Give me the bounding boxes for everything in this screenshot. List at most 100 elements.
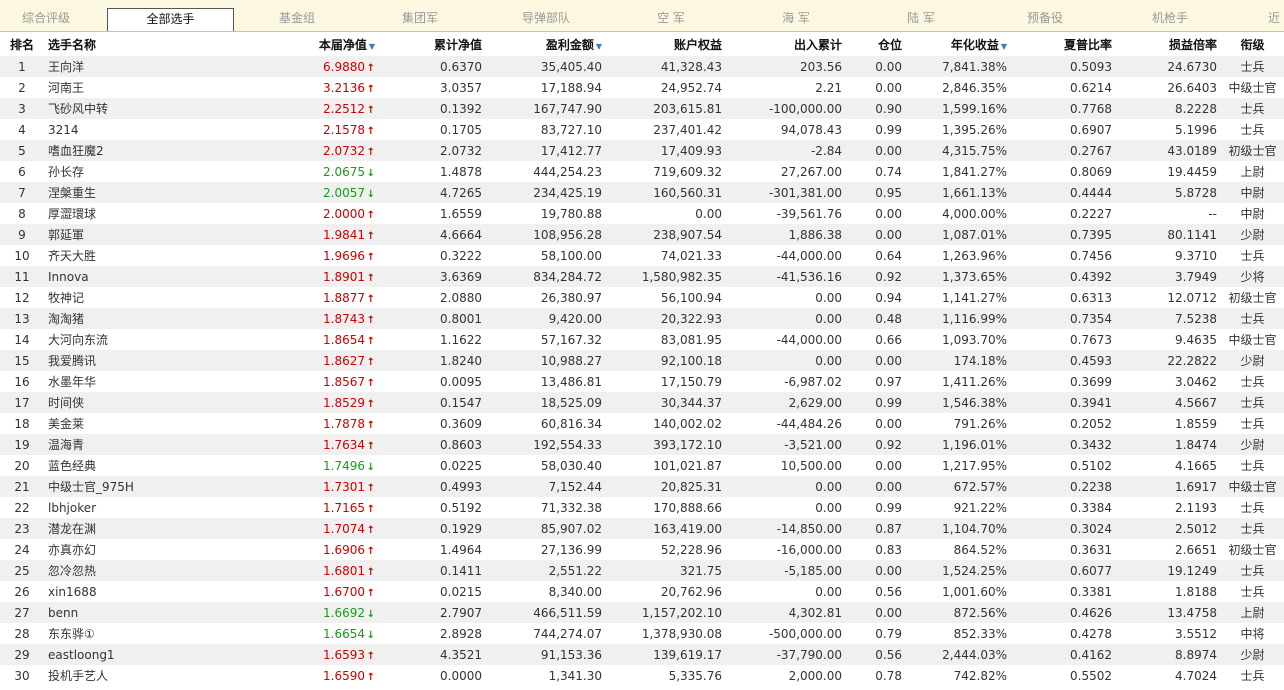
flow-cell: -44,000.00: [726, 245, 846, 266]
tab-all-players[interactable]: 全部选手: [107, 8, 234, 31]
player-name[interactable]: 孙长存: [44, 161, 199, 182]
table-row[interactable]: 8 厚澀環球 2.0000 ↑ 1.6559 19,780.88 0.00 -39,561.7…: [0, 203, 1284, 224]
table-row[interactable]: 17 时间侠 1.8529 ↑ 0.1547 18,525.09 30,344.37 2,62…: [0, 392, 1284, 413]
rank-cell: 5: [0, 140, 44, 161]
table-row[interactable]: 1 王向洋 6.9880 ↑ 0.6370 35,405.40 41,328.43 203.5…: [0, 56, 1284, 77]
header-annual[interactable]: 年化收益 ▼: [906, 33, 1011, 56]
tab-air-force[interactable]: 空 军: [631, 8, 711, 28]
player-name[interactable]: 忽冷忽热: [44, 560, 199, 581]
table-row[interactable]: 10 齐天大胜 1.9696 ↑ 0.3222 58,100.00 74,021.33 -44…: [0, 245, 1284, 266]
table-row[interactable]: 28 东东骅① 1.6654 ↓ 2.8928 744,274.07 1,378,930.0…: [0, 623, 1284, 644]
tab-navy[interactable]: 海 军: [756, 8, 836, 28]
player-name[interactable]: 郭延軍: [44, 224, 199, 245]
profit-cell: 9,420.00: [486, 308, 606, 329]
player-name[interactable]: lbhjoker: [44, 497, 199, 518]
table-row[interactable]: 23 潜龙在渊 1.7074 ↑ 0.1929 85,907.02 163,419.00 -1…: [0, 518, 1284, 539]
player-name[interactable]: 齐天大胜: [44, 245, 199, 266]
table-row[interactable]: 26 xin1688 1.6700 ↑ 0.0215 8,340.00 20,762.96 0…: [0, 581, 1284, 602]
header-title[interactable]: 衔级: [1221, 33, 1284, 56]
tab-group-army[interactable]: 集团军: [380, 8, 460, 28]
player-name[interactable]: 蓝色经典: [44, 455, 199, 476]
cum-nav-cell: 2.0880: [379, 287, 486, 308]
player-name[interactable]: xin1688: [44, 581, 199, 602]
tab-more[interactable]: 近: [1264, 8, 1284, 28]
table-row[interactable]: 29 eastloong1 1.6593 ↑ 4.3521 91,153.36 139,61…: [0, 644, 1284, 665]
annual-return-cell: 2,846.35%: [906, 77, 1011, 98]
header-name[interactable]: 选手名称: [44, 33, 199, 56]
player-name[interactable]: 王向洋: [44, 56, 199, 77]
player-name[interactable]: 中级士官_975H: [44, 476, 199, 497]
player-name[interactable]: 牧神记: [44, 287, 199, 308]
header-pl-ratio[interactable]: 损益倍率: [1116, 33, 1221, 56]
table-row[interactable]: 27 benn 1.6692 ↓ 2.7907 466,511.59 1,157,202.1…: [0, 602, 1284, 623]
player-name[interactable]: 3214: [44, 119, 199, 140]
header-flow[interactable]: 出入累计: [726, 33, 846, 56]
header-nav[interactable]: 本届净值 ▼: [199, 33, 379, 56]
cum-nav-cell: 0.6370: [379, 56, 486, 77]
flow-cell: -39,561.76: [726, 203, 846, 224]
header-equity[interactable]: 账户权益: [606, 33, 726, 56]
table-row[interactable]: 19 温海青 1.7634 ↑ 0.8603 192,554.33 393,172.10 -3…: [0, 434, 1284, 455]
player-name[interactable]: 淘淘猪: [44, 308, 199, 329]
cum-nav-cell: 0.5192: [379, 497, 486, 518]
sharpe-cell: 0.4444: [1011, 182, 1116, 203]
table-row[interactable]: 14 大河向东流 1.8654 ↑ 1.1622 57,167.32 83,081.95 -4…: [0, 329, 1284, 350]
nav-cell: 1.8567 ↑: [199, 371, 379, 392]
player-name[interactable]: 水墨年华: [44, 371, 199, 392]
player-name[interactable]: 河南王: [44, 77, 199, 98]
table-row[interactable]: 24 亦真亦幻 1.6906 ↑ 1.4964 27,136.99 52,228.96 -16…: [0, 539, 1284, 560]
flow-cell: -16,000.00: [726, 539, 846, 560]
table-row[interactable]: 18 美金莱 1.7878 ↑ 0.3609 60,816.34 140,002.02 -44…: [0, 413, 1284, 434]
tab-missile-force[interactable]: 导弹部队: [506, 8, 586, 28]
header-rank[interactable]: 排名: [0, 33, 44, 56]
player-name[interactable]: 时间侠: [44, 392, 199, 413]
player-name[interactable]: eastloong1: [44, 644, 199, 665]
table-row[interactable]: 22 lbhjoker 1.7165 ↑ 0.5192 71,332.38 170,888.…: [0, 497, 1284, 518]
player-name[interactable]: 涅槃重生: [44, 182, 199, 203]
player-name[interactable]: 飞砂风中转: [44, 98, 199, 119]
table-row[interactable]: 30 投机手艺人 1.6590 ↑ 0.0000 1,341.30 5,335.76 2,00…: [0, 665, 1284, 686]
table-row[interactable]: 9 郭延軍 1.9841 ↑ 4.6664 108,956.28 238,907.54 1,8…: [0, 224, 1284, 245]
table-row[interactable]: 20 蓝色经典 1.7496 ↓ 0.0225 58,030.40 101,021.87 10…: [0, 455, 1284, 476]
table-row[interactable]: 25 忽冷忽热 1.6801 ↑ 0.1411 2,551.22 321.75 -5,185.…: [0, 560, 1284, 581]
tab-machine-gunner[interactable]: 机枪手: [1130, 8, 1210, 28]
table-row[interactable]: 2 河南王 3.2136 ↑ 3.0357 17,188.94 24,952.74 2.21 0…: [0, 77, 1284, 98]
player-name[interactable]: 嗜血狂魔2: [44, 140, 199, 161]
header-sharpe[interactable]: 夏普比率: [1011, 33, 1116, 56]
tab-fund-group[interactable]: 基金组: [257, 8, 337, 28]
flow-cell: 2,629.00: [726, 392, 846, 413]
player-name[interactable]: 厚澀環球: [44, 203, 199, 224]
player-name[interactable]: benn: [44, 602, 199, 623]
tab-reserve[interactable]: 预备役: [1005, 8, 1085, 28]
player-name[interactable]: 美金莱: [44, 413, 199, 434]
table-row[interactable]: 7 涅槃重生 2.0057 ↓ 4.7265 234,425.19 160,560.31 -3…: [0, 182, 1284, 203]
header-cum-nav[interactable]: 累计净值: [379, 33, 486, 56]
table-row[interactable]: 21 中级士官_975H 1.7301 ↑ 0.4993 7,152.44 20,825.3…: [0, 476, 1284, 497]
table-row[interactable]: 15 我爱腾讯 1.8627 ↑ 1.8240 10,988.27 92,100.18 0.0…: [0, 350, 1284, 371]
player-name[interactable]: 大河向东流: [44, 329, 199, 350]
table-row[interactable]: 6 孙长存 2.0675 ↓ 1.4878 444,254.23 719,609.32 27,…: [0, 161, 1284, 182]
header-profit[interactable]: 盈利金额 ▼: [486, 33, 606, 56]
rank-cell: 4: [0, 119, 44, 140]
tab-overall-rating[interactable]: 综合评级: [0, 8, 92, 28]
table-row[interactable]: 13 淘淘猪 1.8743 ↑ 0.8001 9,420.00 20,322.93 0.00 0…: [0, 308, 1284, 329]
player-name[interactable]: 潜龙在渊: [44, 518, 199, 539]
header-position[interactable]: 仓位: [846, 33, 906, 56]
player-name[interactable]: 东东骅①: [44, 623, 199, 644]
player-name[interactable]: 亦真亦幻: [44, 539, 199, 560]
tab-army[interactable]: 陆 军: [881, 8, 961, 28]
flow-cell: 0.00: [726, 287, 846, 308]
table-row[interactable]: 16 水墨年华 1.8567 ↑ 0.0095 13,486.81 17,150.79 -6,…: [0, 371, 1284, 392]
pl-ratio-cell: 1.8188: [1116, 581, 1221, 602]
player-name[interactable]: Innova: [44, 266, 199, 287]
table-row[interactable]: 5 嗜血狂魔2 2.0732 ↑ 2.0732 17,412.77 17,409.93 -2.…: [0, 140, 1284, 161]
player-name[interactable]: 投机手艺人: [44, 665, 199, 686]
player-name[interactable]: 我爱腾讯: [44, 350, 199, 371]
table-row[interactable]: 11 Innova 1.8901 ↑ 3.6369 834,284.72 1,580,982…: [0, 266, 1284, 287]
nav-cell: 2.1578 ↑: [199, 119, 379, 140]
table-row[interactable]: 12 牧神记 1.8877 ↑ 2.0880 26,380.97 56,100.94 0.00…: [0, 287, 1284, 308]
table-row[interactable]: 4 3214 2.1578 ↑ 0.1705 83,727.10 237,401.42 94,…: [0, 119, 1284, 140]
player-name[interactable]: 温海青: [44, 434, 199, 455]
arrow-down-icon: ↓: [366, 461, 375, 473]
table-row[interactable]: 3 飞砂风中转 2.2512 ↑ 0.1392 167,747.90 203,615.81-…: [0, 98, 1284, 119]
